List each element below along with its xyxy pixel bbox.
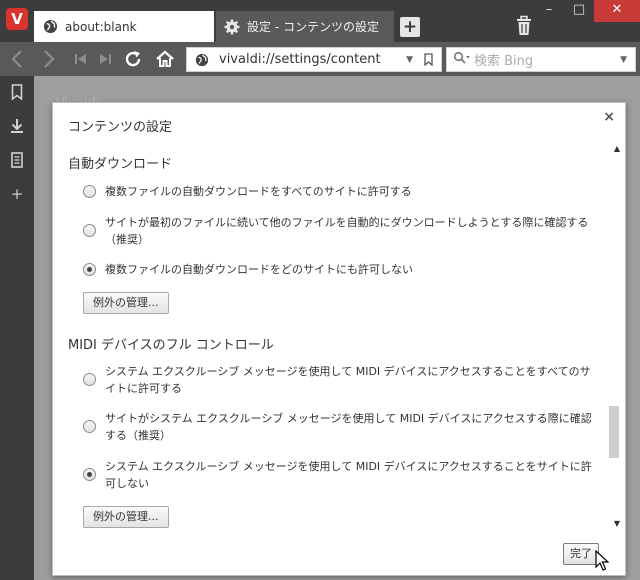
option-label: サイトがシステム エクスクルーシブ メッセージを使用して MIDI デバイスにア… [105,412,592,442]
rewind-icon[interactable] [70,49,92,69]
manage-exceptions-button[interactable]: 例外の管理... [83,506,169,528]
home-icon[interactable] [154,49,176,69]
window-close-button[interactable]: ✕ [594,0,640,22]
search-icon [453,51,471,69]
vivaldi-logo-icon[interactable]: V [6,8,28,30]
scrollbar-thumb[interactable] [609,406,619,458]
option-label: サイトが最初のファイルに続いて他のファイルを自動的にダウンロードしようとする際に… [105,216,589,246]
auto-download-option-allow-all[interactable]: 複数ファイルの自動ダウンロードをすべてのサイトに許可する [83,183,593,200]
dialog-close-icon[interactable]: × [603,109,615,125]
maximize-button[interactable]: □ [564,0,594,22]
radio-button-checked[interactable] [83,468,96,481]
search-dropdown-icon[interactable]: ▼ [620,55,627,65]
tab-title: about:blank [65,19,137,34]
radio-button[interactable] [83,224,96,237]
section-heading-auto-download: 自動ダウンロード [68,157,173,172]
fast-forward-icon[interactable] [94,49,116,69]
navigation-bar: vivaldi://settings/content ▼ 検索 Bing ▼ [0,42,640,76]
option-label: 複数ファイルの自動ダウンロードをどのサイトにも許可しない [105,263,413,276]
address-url: vivaldi://settings/content [219,52,381,67]
radio-button[interactable] [83,185,96,198]
trash-icon[interactable] [514,15,534,37]
bookmark-icon[interactable] [424,53,433,67]
side-panel: + [0,76,34,580]
new-tab-button[interactable]: + [400,17,420,37]
midi-option-ask[interactable]: サイトがシステム エクスクルーシブ メッセージを使用して MIDI デバイスにア… [83,410,593,444]
downloads-panel-icon[interactable] [9,118,25,134]
scroll-down-icon[interactable]: ▼ [614,519,620,528]
tab-bar: V about:blank 設定 - コンテンツの設定 + – □ ✕ [0,0,640,42]
search-field[interactable]: 検索 Bing ▼ [446,47,636,72]
forward-icon[interactable] [38,49,60,69]
back-icon[interactable] [6,49,28,69]
radio-button[interactable] [83,373,96,386]
scroll-up-icon[interactable]: ▲ [614,144,620,153]
address-dropdown-icon[interactable]: ▼ [406,55,413,65]
search-placeholder: 検索 Bing [474,54,534,69]
bookmarks-panel-icon[interactable] [9,84,25,100]
radio-button[interactable] [83,420,96,433]
midi-option-allow-all[interactable]: システム エクスクルーシブ メッセージを使用して MIDI デバイスにアクセスす… [83,363,593,397]
tab-title: 設定 - コンテンツの設定 [247,20,379,34]
auto-download-option-block[interactable]: 複数ファイルの自動ダウンロードをどのサイトにも許可しない [83,261,593,278]
done-button[interactable]: 完了 [563,543,599,565]
content-settings-dialog: コンテンツの設定 × 自動ダウンロード 複数ファイルの自動ダウンロードをすべての… [52,102,626,576]
dialog-scroll-area[interactable]: 自動ダウンロード 複数ファイルの自動ダウンロードをすべてのサイトに許可する サイ… [53,147,627,537]
option-label: システム エクスクルーシブ メッセージを使用して MIDI デバイスにアクセスす… [105,365,591,395]
address-field[interactable]: vivaldi://settings/content ▼ [186,47,442,72]
auto-download-option-ask[interactable]: サイトが最初のファイルに続いて他のファイルを自動的にダウンロードしようとする際に… [83,214,593,248]
manage-exceptions-button[interactable]: 例外の管理... [83,292,169,314]
radio-button-checked[interactable] [83,263,96,276]
tab-about-blank[interactable]: about:blank [34,11,214,42]
option-label: 複数ファイルの自動ダウンロードをすべてのサイトに許可する [105,185,412,198]
reload-icon[interactable] [122,49,144,69]
option-label: システム エクスクルーシブ メッセージを使用して MIDI デバイスにアクセスす… [105,460,592,490]
add-panel-icon[interactable]: + [9,185,25,203]
dialog-title: コンテンツの設定 [68,120,173,135]
section-heading-midi: MIDI デバイスのフル コントロール [68,338,274,353]
gear-icon [224,19,240,35]
globe-icon [42,19,58,35]
globe-icon [195,53,209,67]
minimize-button[interactable]: – [534,0,564,22]
mouse-cursor-icon [595,549,610,572]
notes-panel-icon[interactable] [9,152,25,168]
midi-option-block[interactable]: システム エクスクルーシブ メッセージを使用して MIDI デバイスにアクセスす… [83,458,593,492]
tab-settings-content[interactable]: 設定 - コンテンツの設定 [216,11,394,42]
